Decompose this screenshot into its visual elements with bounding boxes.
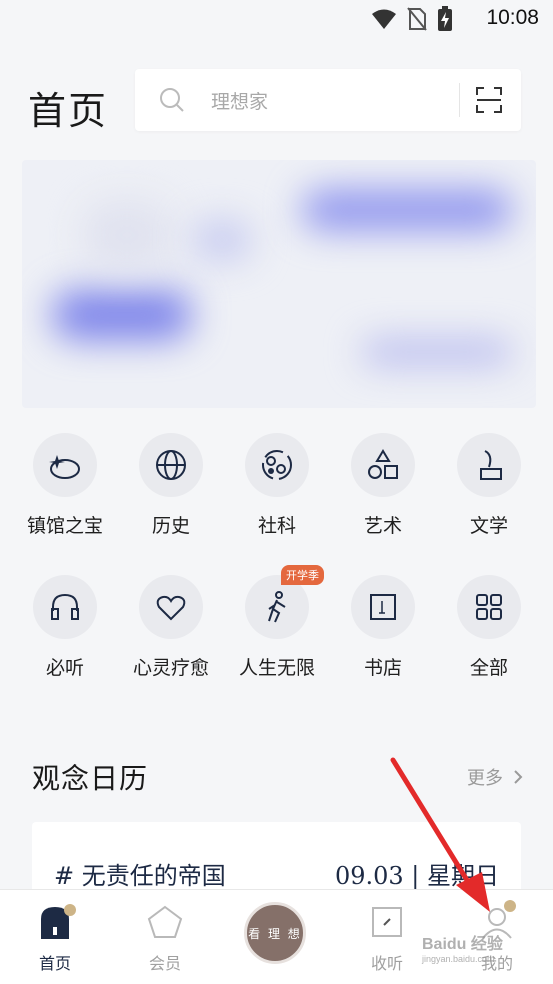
battery-charging-icon	[438, 6, 452, 31]
center-logo[interactable]: 看 理 想	[244, 902, 306, 964]
search-placeholder[interactable]: 理想家	[211, 87, 268, 114]
promo-badge: 开学季	[281, 565, 324, 585]
scan-icon[interactable]	[475, 86, 503, 114]
tab-label: 首页	[38, 954, 71, 973]
book-icon	[351, 575, 415, 639]
banner-blur-shape	[82, 200, 172, 270]
search-box[interactable]: 理想家	[135, 69, 521, 131]
status-icons	[371, 6, 453, 32]
category-label: 必听	[45, 657, 84, 679]
category-label: 心灵疗愈	[132, 657, 209, 679]
notification-dot	[504, 900, 516, 912]
listen-icon	[342, 904, 432, 940]
category-literature[interactable]: 文学	[436, 433, 542, 538]
category-label: 全部	[469, 657, 508, 679]
more-label: 更多	[467, 768, 503, 789]
molecule-icon	[245, 433, 309, 497]
heart-icon	[139, 575, 203, 639]
category-history[interactable]: 历史	[118, 433, 224, 538]
category-treasure[interactable]: 镇馆之宝	[12, 433, 118, 538]
banner-carousel[interactable]	[22, 160, 536, 408]
category-label: 历史	[151, 515, 190, 537]
no-sim-icon	[407, 7, 427, 31]
tab-home[interactable]: 首页	[10, 904, 100, 974]
tab-label: 会员	[148, 954, 181, 973]
watermark: Baidu 经验 jingyan.baidu.com	[422, 930, 503, 964]
calendar-topic: # 无责任的帝国	[54, 862, 226, 890]
page-title: 首页	[28, 89, 109, 133]
banner-blur-shape	[362, 340, 512, 364]
calendar-date: 09.03 | 星期日	[334, 862, 499, 890]
category-label: 艺术	[363, 515, 402, 537]
banner-blur-shape	[52, 290, 192, 340]
banner-blur-shape	[192, 220, 252, 260]
clock: 10:08	[486, 6, 539, 29]
category-all[interactable]: 全部	[436, 575, 542, 680]
chevron-right-icon	[514, 770, 523, 784]
category-healing[interactable]: 心灵疗愈	[118, 575, 224, 680]
pentagon-icon	[120, 904, 210, 940]
treasure-icon	[33, 433, 97, 497]
banner-blur-shape	[302, 190, 512, 230]
search-icon	[160, 88, 184, 112]
category-bookstore[interactable]: 书店	[330, 575, 436, 680]
watermark-text: Baidu 经验	[422, 936, 503, 953]
wifi-icon	[372, 9, 396, 29]
category-label: 文学	[469, 515, 508, 537]
quill-icon	[457, 433, 521, 497]
category-life-unlimited[interactable]: 开学季 人生无限	[224, 565, 330, 680]
more-link[interactable]: 更多	[467, 764, 523, 790]
category-label: 人生无限	[238, 657, 315, 679]
shapes-icon	[351, 433, 415, 497]
walking-person-icon: 开学季	[245, 565, 324, 639]
tab-listen[interactable]: 收听	[342, 904, 432, 974]
search-divider	[459, 83, 460, 117]
status-bar: 10:08	[0, 0, 553, 38]
globe-icon	[139, 433, 203, 497]
category-label: 书店	[363, 657, 402, 679]
category-label: 社科	[257, 515, 296, 537]
category-art[interactable]: 艺术	[330, 433, 436, 538]
tab-membership[interactable]: 会员	[120, 904, 210, 974]
notification-dot	[64, 904, 76, 916]
calendar-title: 观念日历	[32, 762, 149, 795]
home-icon	[10, 904, 100, 940]
category-social-science[interactable]: 社科	[224, 433, 330, 538]
tab-label: 收听	[370, 954, 403, 973]
headphones-icon	[33, 575, 97, 639]
watermark-sub: jingyan.baidu.com	[422, 954, 495, 964]
category-label: 镇馆之宝	[26, 515, 103, 537]
category-must-listen[interactable]: 必听	[12, 575, 118, 680]
grid-icon	[457, 575, 521, 639]
